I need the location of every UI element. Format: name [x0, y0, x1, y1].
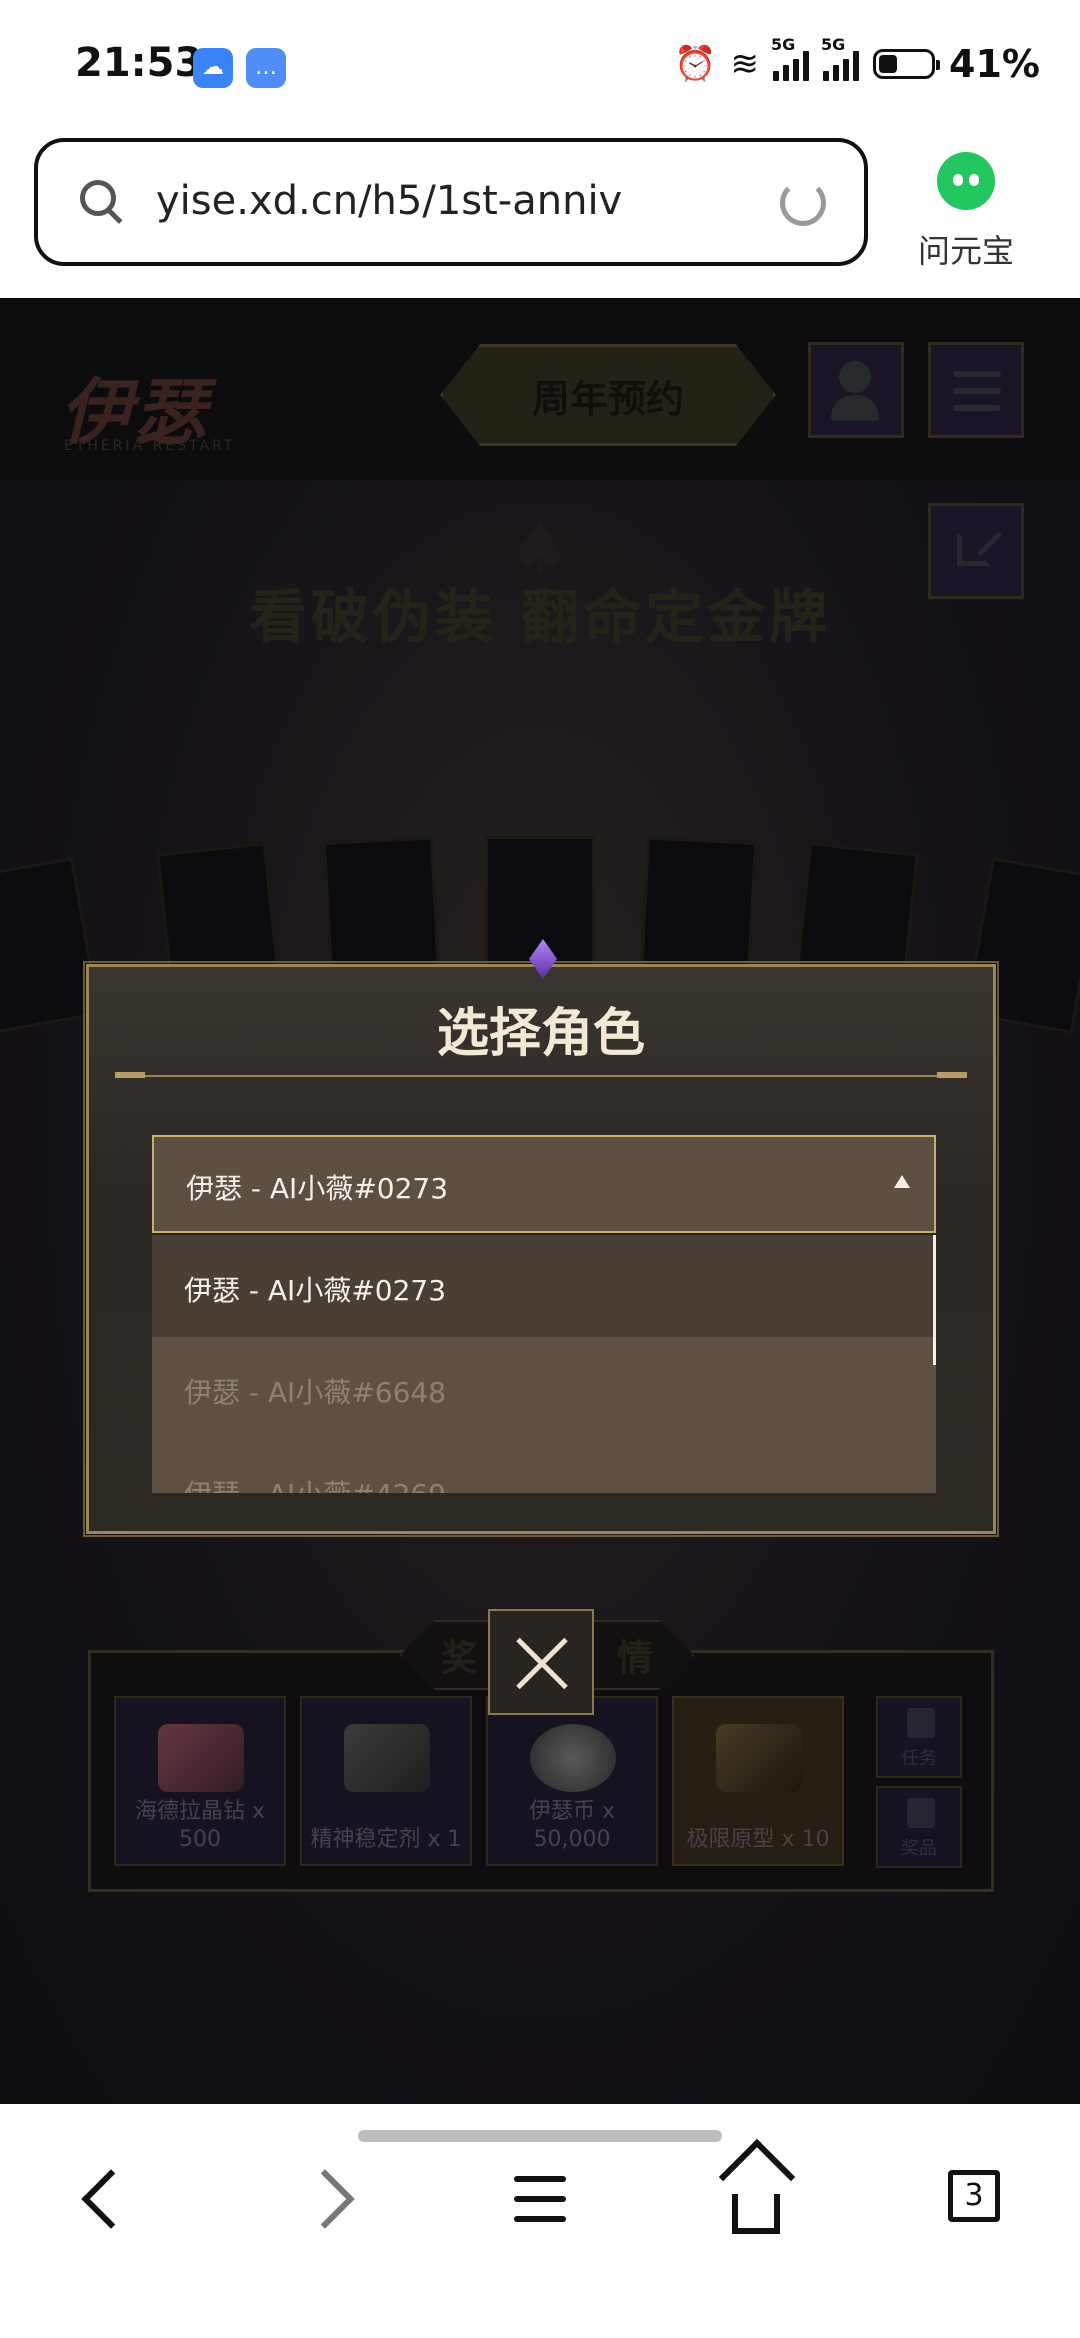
prize-button-label: 奖品 [901, 1838, 937, 1859]
assistant-label[interactable]: 问元宝 [918, 226, 1014, 272]
role-option-label: 伊瑟 - AI小薇#6648 [184, 1376, 447, 1409]
prize-label: 海德拉晶钻 x 500 [134, 1799, 265, 1852]
network-label-2: 5G [821, 35, 846, 54]
prize-item-coin[interactable]: 伊瑟币 x 50,000 [486, 1696, 658, 1866]
tab-count: 3 [948, 2170, 1000, 2222]
home-icon-body [732, 2194, 780, 2234]
anniversary-reserve-button[interactable]: 周年预约 [440, 344, 776, 446]
user-icon [839, 361, 871, 393]
game-logo-subtitle: ETHERIA RESTART [64, 438, 236, 454]
menu-icon [953, 371, 1001, 377]
share-icon [957, 532, 991, 566]
menu-icon-line [953, 405, 1001, 411]
prize-header-left: 奖 [440, 1638, 477, 1679]
role-option-list[interactable]: 伊瑟 - AI小薇#0273 伊瑟 - AI小薇#6648 伊瑟 - AI小薇#… [152, 1235, 936, 1493]
message-icon: … [246, 48, 286, 88]
coin-icon [530, 1724, 616, 1792]
hamburger-icon [514, 2176, 566, 2182]
role-option[interactable]: 伊瑟 - AI小薇#0273 [152, 1235, 936, 1337]
menu-button-nav[interactable] [500, 2160, 580, 2240]
task-button[interactable]: 任务 [876, 1696, 962, 1778]
url-text[interactable]: yise.xd.cn/h5/1st-anniv [156, 178, 622, 224]
tabs-button[interactable]: 3 [934, 2160, 1014, 2240]
hamburger-icon-line [514, 2216, 566, 2222]
scrollbar[interactable] [933, 1235, 936, 1365]
caret-up-icon[interactable] [894, 1175, 910, 1188]
battery-percent: 41% [949, 42, 1040, 86]
menu-button[interactable] [928, 342, 1024, 438]
close-button[interactable] [488, 1609, 594, 1715]
battery-icon [873, 49, 941, 79]
chevron-left-icon [81, 2169, 141, 2229]
alarm-icon: ⏰ [674, 44, 717, 84]
prize-label: 伊瑟币 x 50,000 [528, 1799, 615, 1852]
prototype-icon [716, 1724, 802, 1792]
address-bar[interactable]: yise.xd.cn/h5/1st-anniv [34, 138, 868, 266]
role-option[interactable]: 伊瑟 - AI小薇#4269 [152, 1439, 936, 1493]
prize-button[interactable]: 奖品 [876, 1786, 962, 1868]
status-bar: 21:53 ☁ … ⏰ ≋ 5G 5G 41% [0, 0, 1080, 136]
role-option-label: 伊瑟 - AI小薇#4269 [184, 1473, 446, 1493]
yuanbao-icon[interactable] [937, 152, 995, 210]
prize-item-prototype[interactable]: 极限原型 x 10 [672, 1696, 844, 1866]
task-icon [907, 1708, 935, 1738]
browser-bar: yise.xd.cn/h5/1st-anniv 问元宝 [0, 136, 1080, 298]
home-button[interactable] [718, 2138, 798, 2240]
home-indicator[interactable] [358, 2130, 722, 2142]
select-role-dialog: 选择角色 伊瑟 - AI小薇#0273 伊瑟 - AI小薇#0273 伊瑟 - … [83, 939, 999, 1537]
menu-icon-line [953, 388, 1001, 394]
wifi-icon: ≋ [730, 44, 760, 84]
prize-item-stabilizer[interactable]: 精神稳定剂 x 1 [300, 1696, 472, 1866]
chevron-right-icon [295, 2169, 355, 2229]
status-icons: ⏰ ≋ 5G 5G 41% [674, 35, 1040, 86]
prize-header-right: 情 [617, 1638, 654, 1679]
app-notification-icon: ☁ [193, 48, 233, 88]
hamburger-icon-line [514, 2196, 566, 2202]
forward-button[interactable] [288, 2160, 368, 2240]
network-label-1: 5G [771, 35, 796, 54]
stabilizer-icon [344, 1724, 430, 1792]
reload-icon[interactable] [780, 180, 826, 226]
role-select-value[interactable]: 伊瑟 - AI小薇#0273 [186, 1167, 448, 1207]
banner-title: 看破伪装 翻命定金牌 [248, 583, 832, 651]
diamond-icon [158, 1724, 244, 1792]
role-option-label: 伊瑟 - AI小薇#0273 [184, 1274, 447, 1307]
prize-label: 精神稳定剂 x 1 [310, 1827, 462, 1852]
user-button[interactable] [808, 342, 904, 438]
dialog-title: 选择角色 [436, 1004, 645, 1064]
dialog-divider [115, 1072, 967, 1078]
prize-item-diamond[interactable]: 海德拉晶钻 x 500 [114, 1696, 286, 1866]
role-select[interactable]: 伊瑟 - AI小薇#0273 [152, 1135, 936, 1233]
game-header: 伊瑟 ETHERIA RESTART 周年预约 [0, 298, 1080, 480]
role-option[interactable]: 伊瑟 - AI小薇#6648 [152, 1337, 936, 1439]
user-icon-body [831, 395, 879, 421]
search-icon [80, 180, 116, 216]
back-button[interactable] [66, 2160, 146, 2240]
gift-icon [907, 1798, 935, 1828]
task-label: 任务 [901, 1748, 937, 1769]
signal-icon: 5G [771, 35, 810, 81]
signal-icon-2: 5G [821, 35, 860, 81]
prize-label: 极限原型 x 10 [686, 1827, 830, 1852]
status-time: 21:53 [75, 40, 203, 86]
game-page: 伊瑟 ETHERIA RESTART 周年预约 ♠ 看破伪装 翻命定金牌 奖 情 [0, 298, 1080, 2104]
